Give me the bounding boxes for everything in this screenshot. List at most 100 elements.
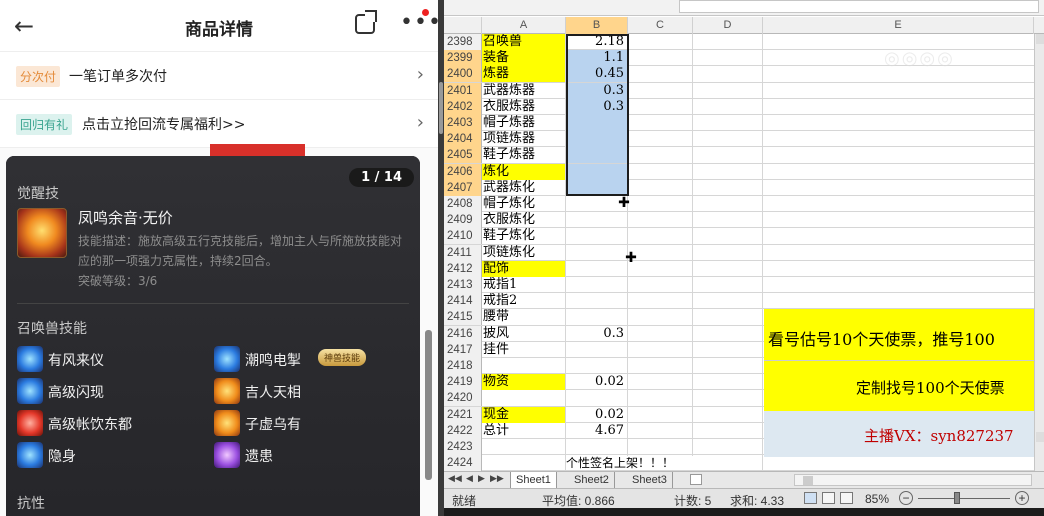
zoom-slider-thumb[interactable]	[954, 492, 960, 504]
cell-d[interactable]	[693, 179, 763, 196]
cell-c[interactable]	[628, 82, 693, 99]
cell-a[interactable]: 现金	[482, 406, 566, 423]
cell-d[interactable]	[693, 196, 763, 212]
row-header[interactable]: 2401	[444, 82, 482, 99]
cell-b[interactable]	[566, 293, 628, 310]
row-header[interactable]: 2417	[444, 341, 482, 358]
cell-b[interactable]	[566, 277, 628, 293]
cell-a[interactable]: 炼器	[482, 66, 566, 83]
cell-a[interactable]: 召唤兽	[482, 34, 566, 50]
column-header[interactable]: E	[763, 17, 1034, 34]
cell-d[interactable]	[693, 212, 763, 229]
cell-d[interactable]	[693, 98, 763, 115]
cell-a[interactable]: 武器炼化	[482, 179, 566, 196]
row-header[interactable]: 2398	[444, 34, 482, 50]
cell-a[interactable]: 项链炼器	[482, 131, 566, 148]
cell-a[interactable]	[482, 390, 566, 407]
cell-a[interactable]: 武器炼器	[482, 82, 566, 99]
cell-b[interactable]	[566, 244, 628, 261]
cell-c[interactable]	[628, 277, 693, 293]
cell-c[interactable]	[628, 341, 693, 358]
cell-b[interactable]: 0.02	[566, 374, 628, 391]
cell-d[interactable]	[693, 406, 763, 423]
column-header[interactable]: B	[566, 17, 628, 34]
row-header[interactable]: 2418	[444, 358, 482, 374]
cell-a[interactable]: 鞋子炼化	[482, 228, 566, 245]
more-icon[interactable]: •••	[400, 10, 438, 35]
cell-d[interactable]	[693, 260, 763, 277]
tab-sheet1[interactable]: Sheet1	[510, 472, 557, 488]
cell-a[interactable]: 鞋子炼器	[482, 147, 566, 164]
row-header[interactable]: 2411	[444, 244, 482, 261]
row-header[interactable]: 2421	[444, 406, 482, 423]
cell-a[interactable]: 腰带	[482, 309, 566, 326]
awaken-skill-icon[interactable]	[17, 208, 67, 258]
cell-c[interactable]	[628, 50, 693, 67]
promo-installment[interactable]: 分次付 一笔订单多次付 ›	[0, 52, 438, 100]
cell-c[interactable]	[628, 358, 693, 374]
cell-d[interactable]	[693, 439, 763, 455]
row-header[interactable]: 2407	[444, 179, 482, 196]
last-sheet-icon[interactable]: ▶▶	[490, 474, 504, 484]
cell-c[interactable]	[628, 406, 693, 423]
cell-d[interactable]	[693, 82, 763, 99]
cell-a[interactable]: 戒指2	[482, 293, 566, 310]
next-sheet-icon[interactable]: ▶	[478, 474, 485, 484]
cell-c[interactable]	[628, 98, 693, 115]
cell-c[interactable]	[628, 34, 693, 50]
cell-a[interactable]: 炼化	[482, 163, 566, 180]
cell-b[interactable]	[566, 212, 628, 229]
first-sheet-icon[interactable]: ◀◀	[448, 474, 462, 484]
cell-a[interactable]: 戒指1	[482, 277, 566, 293]
row-header[interactable]: 2400	[444, 66, 482, 83]
row-header[interactable]: 2420	[444, 390, 482, 407]
cell-d[interactable]	[693, 325, 763, 342]
scroll-thumb[interactable]	[803, 476, 813, 485]
zoom-level[interactable]: 85%	[865, 492, 889, 506]
insert-sheet-icon[interactable]	[690, 474, 702, 485]
cell-a[interactable]: 物资	[482, 374, 566, 391]
horizontal-scrollbar[interactable]	[794, 474, 1032, 486]
row-header[interactable]: 2423	[444, 439, 482, 455]
cell-d[interactable]	[693, 341, 763, 358]
cell-d[interactable]	[693, 115, 763, 131]
cell-d[interactable]	[693, 147, 763, 164]
cell-a[interactable]	[482, 455, 566, 472]
column-header[interactable]: C	[628, 17, 693, 34]
page-break-icon[interactable]	[840, 492, 853, 504]
page-layout-icon[interactable]	[822, 492, 835, 504]
row-header[interactable]: 2408	[444, 196, 482, 212]
cell-c[interactable]	[628, 325, 693, 342]
row-header[interactable]: 2422	[444, 422, 482, 439]
row-header[interactable]: 2406	[444, 163, 482, 180]
cell-a[interactable]: 披风	[482, 325, 566, 342]
cell-a[interactable]: 帽子炼器	[482, 115, 566, 131]
cell-c[interactable]	[628, 66, 693, 83]
formula-input[interactable]	[679, 0, 1039, 13]
cell-b[interactable]	[566, 390, 628, 407]
row-header[interactable]: 2399	[444, 50, 482, 67]
select-all-corner[interactable]	[444, 17, 482, 34]
cell-a[interactable]: 项链炼化	[482, 244, 566, 261]
cell-c[interactable]	[628, 228, 693, 245]
scroll-split-icon[interactable]	[1036, 432, 1044, 442]
normal-view-icon[interactable]	[804, 492, 817, 504]
cell-c[interactable]	[628, 309, 693, 326]
cell-c[interactable]	[628, 131, 693, 148]
scroll-thumb[interactable]	[439, 82, 443, 134]
tab-sheet2[interactable]: Sheet2	[569, 472, 615, 488]
tab-sheet3[interactable]: Sheet3	[627, 472, 673, 488]
row-header[interactable]: 2404	[444, 131, 482, 148]
cell-d[interactable]	[693, 422, 763, 439]
row-header[interactable]: 2419	[444, 374, 482, 391]
cell-a[interactable]	[482, 358, 566, 374]
cell-d[interactable]	[693, 131, 763, 148]
cell-d[interactable]	[693, 374, 763, 391]
cell-c[interactable]	[628, 179, 693, 196]
cell-c[interactable]	[628, 163, 693, 180]
share-icon[interactable]	[355, 10, 377, 34]
row-header[interactable]: 2403	[444, 115, 482, 131]
cell-a[interactable]	[482, 439, 566, 455]
cell-a[interactable]: 配饰	[482, 260, 566, 277]
row-header[interactable]: 2405	[444, 147, 482, 164]
